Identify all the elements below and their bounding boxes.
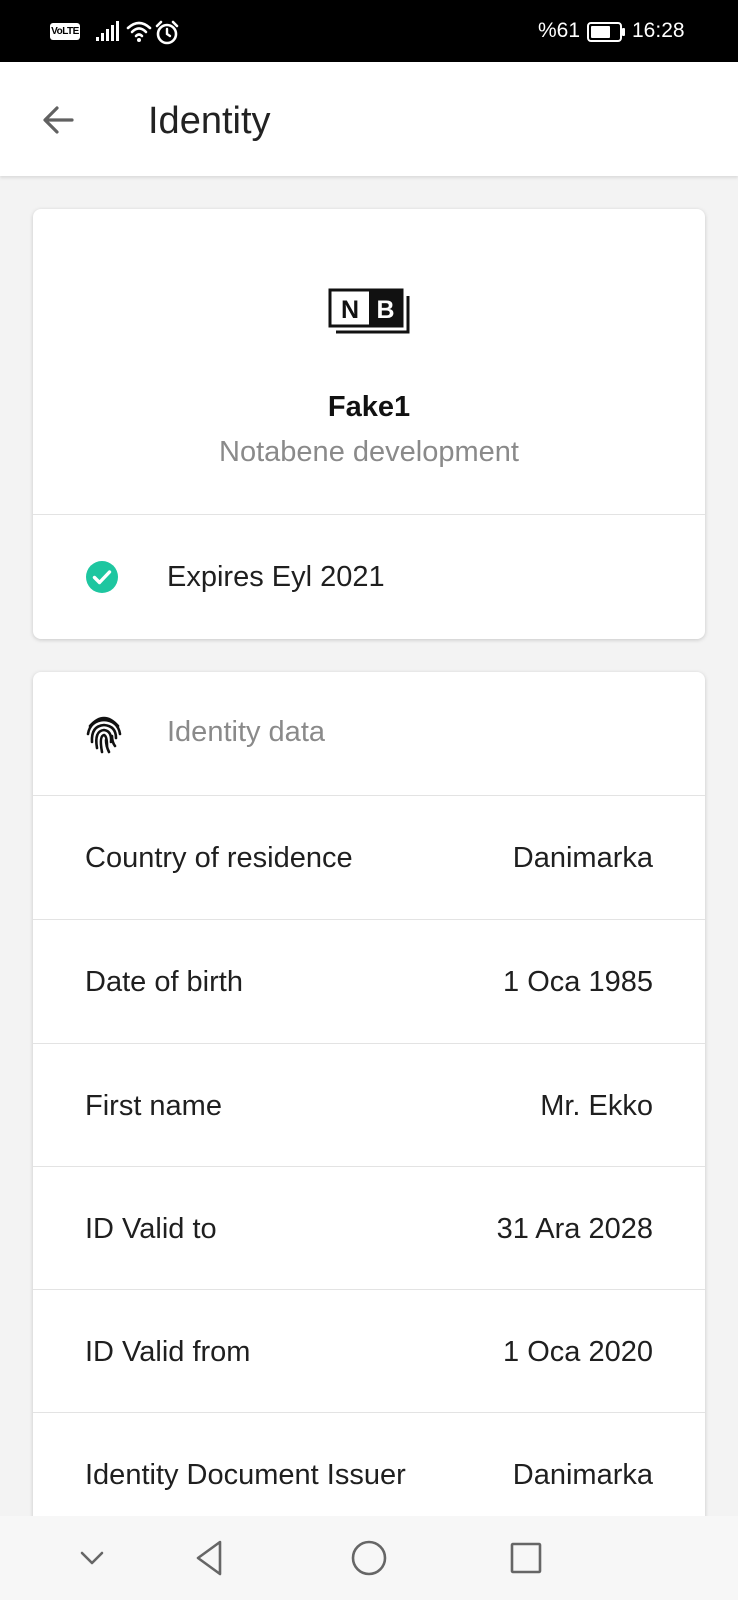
signal-icon — [96, 21, 119, 41]
clock: 16:28 — [632, 19, 685, 42]
issuer-name: Notabene development — [219, 436, 519, 468]
issuer-logo: N B — [328, 288, 410, 334]
battery-icon — [587, 22, 625, 42]
app-bar: Identity — [0, 62, 738, 176]
data-row-identity-document-issuer[interactable]: Identity Document Issuer Danimarka — [33, 1413, 705, 1532]
row-label: Identity Document Issuer — [85, 1459, 406, 1491]
nav-recents-button[interactable] — [502, 1534, 550, 1582]
identity-data-header: Identity data — [33, 672, 705, 795]
status-bar: VoLTE %61 16:28 — [0, 0, 738, 62]
identity-name: Fake1 — [327, 391, 411, 423]
nav-back-button[interactable] — [186, 1534, 234, 1582]
fingerprint-icon — [86, 716, 122, 754]
hide-keyboard-button[interactable] — [68, 1534, 116, 1582]
recents-square-icon — [510, 1542, 542, 1574]
row-label: Country of residence — [85, 842, 353, 874]
section-title: Identity data — [167, 716, 325, 748]
back-button[interactable] — [30, 92, 86, 148]
data-row-id-valid-from[interactable]: ID Valid from 1 Oca 2020 — [33, 1290, 705, 1413]
row-label: First name — [85, 1090, 222, 1122]
home-circle-icon — [351, 1540, 387, 1576]
back-triangle-icon — [196, 1540, 222, 1576]
chevron-down-icon — [80, 1551, 104, 1565]
page-title: Identity — [148, 100, 271, 142]
alarm-icon — [155, 20, 179, 45]
nav-home-button[interactable] — [345, 1534, 393, 1582]
row-value: Mr. Ekko — [540, 1090, 653, 1122]
expiry-text: Expires Eyl 2021 — [167, 561, 385, 593]
row-value: Danimarka — [512, 842, 653, 874]
row-label: ID Valid to — [85, 1213, 217, 1245]
data-row-first-name[interactable]: First name Mr. Ekko — [33, 1044, 705, 1167]
arrow-left-icon — [43, 106, 74, 134]
row-value: Danimarka — [512, 1459, 653, 1491]
row-label: Date of birth — [85, 966, 243, 998]
check-circle-icon — [86, 561, 118, 593]
row-value: 1 Oca 1985 — [503, 966, 653, 998]
wifi-icon — [126, 21, 152, 42]
data-row-date-of-birth[interactable]: Date of birth 1 Oca 1985 — [33, 920, 705, 1043]
row-label: ID Valid from — [85, 1336, 251, 1368]
row-value: 31 Ara 2028 — [496, 1213, 653, 1245]
svg-text:N: N — [341, 296, 359, 324]
svg-text:B: B — [376, 296, 394, 324]
data-row-country-of-residence[interactable]: Country of residence Danimarka — [33, 796, 705, 919]
navigation-bar — [0, 1516, 738, 1600]
battery-percent: %61 — [538, 19, 581, 42]
data-row-id-valid-to[interactable]: ID Valid to 31 Ara 2028 — [33, 1167, 705, 1290]
volte-badge: VoLTE — [50, 23, 80, 40]
expiry-row: Expires Eyl 2021 — [33, 515, 705, 639]
row-value: 1 Oca 2020 — [503, 1336, 653, 1368]
identity-data-card: Identity data Country of residence Danim… — [33, 672, 705, 1532]
